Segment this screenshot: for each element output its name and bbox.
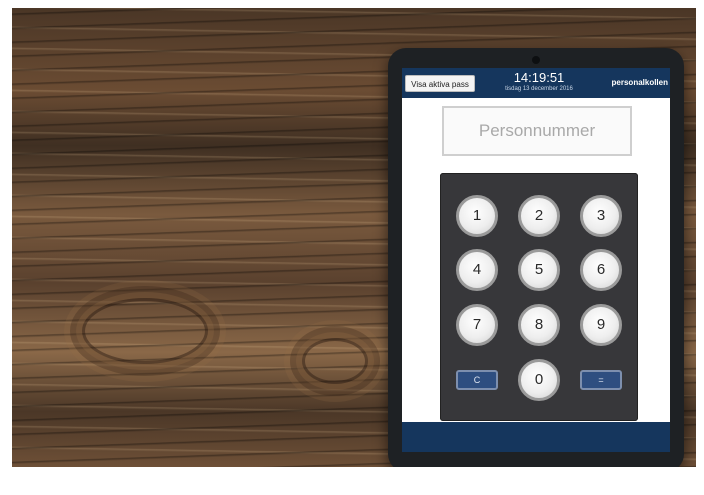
numeric-keypad: 1 2 3 4 5 6 7 8 9 C 0 =	[440, 173, 638, 421]
key-9[interactable]: 9	[580, 304, 622, 346]
key-1[interactable]: 1	[456, 195, 498, 237]
clear-button[interactable]: C	[456, 370, 498, 390]
key-7[interactable]: 7	[456, 304, 498, 346]
personnummer-input[interactable]: Personnummer	[442, 106, 632, 156]
wood-knot	[302, 338, 368, 384]
header-bar: Visa aktiva pass 14:19:51 tisdag 13 dece…	[402, 68, 670, 98]
camera-icon	[532, 56, 540, 64]
brand-logo: personalkollen	[611, 78, 668, 87]
key-6[interactable]: 6	[580, 249, 622, 291]
tablet-device: Visa aktiva pass 14:19:51 tisdag 13 dece…	[388, 48, 684, 467]
clock: 14:19:51	[513, 70, 565, 85]
key-8[interactable]: 8	[518, 304, 560, 346]
key-5[interactable]: 5	[518, 249, 560, 291]
key-0[interactable]: 0	[518, 359, 560, 401]
wood-table-background: Visa aktiva pass 14:19:51 tisdag 13 dece…	[12, 8, 696, 467]
footer-bar	[402, 422, 670, 452]
submit-button[interactable]: =	[580, 370, 622, 390]
show-active-shifts-button[interactable]: Visa aktiva pass	[405, 75, 475, 92]
wood-knot	[82, 298, 208, 364]
date-label: tisdag 13 december 2016	[505, 86, 573, 92]
key-3[interactable]: 3	[580, 195, 622, 237]
tablet-screen: Visa aktiva pass 14:19:51 tisdag 13 dece…	[402, 68, 670, 452]
key-2[interactable]: 2	[518, 195, 560, 237]
key-4[interactable]: 4	[456, 249, 498, 291]
